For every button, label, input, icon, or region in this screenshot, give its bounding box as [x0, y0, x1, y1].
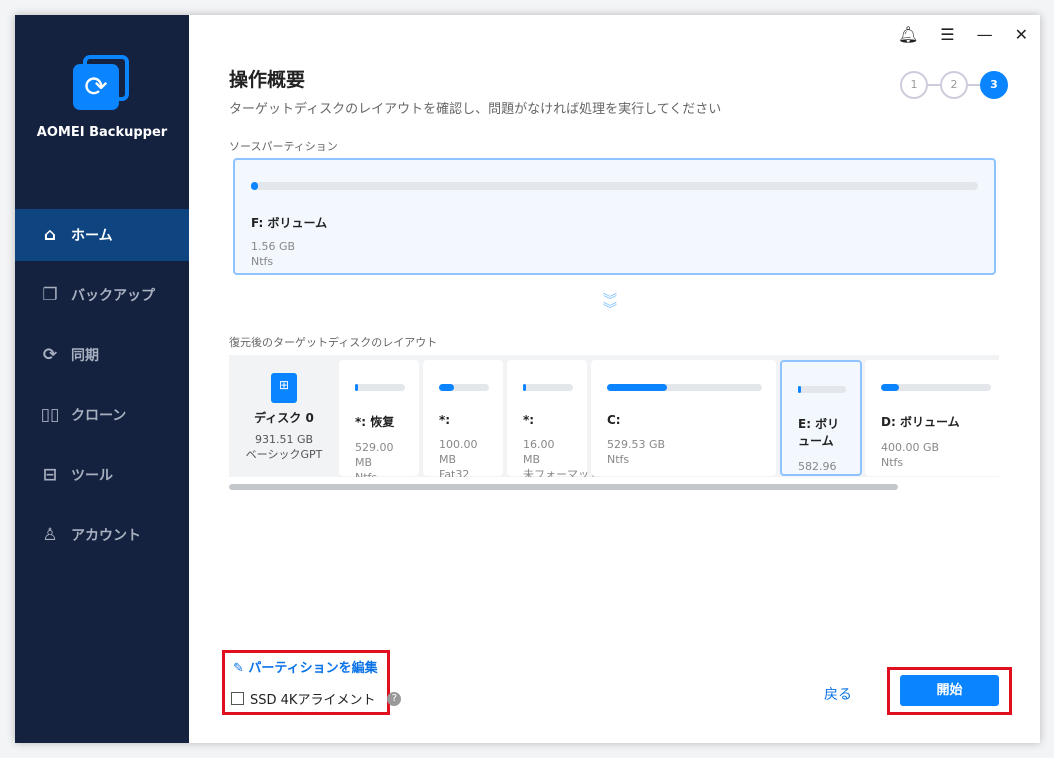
- ssd-align-checkbox[interactable]: SSD 4Kアライメント?: [231, 689, 402, 708]
- partition-fs: Fat32: [439, 468, 470, 477]
- step-3: 3: [980, 71, 1008, 99]
- sidebar-item-label: アカウント: [71, 528, 141, 544]
- pencil-icon: ✎: [233, 661, 249, 676]
- toolbox-icon: ⊟: [42, 465, 58, 485]
- sidebar-item-3[interactable]: ▯▯ クローン: [15, 389, 189, 441]
- app-window: ⟳ AOMEI Backupper ⌂ ホーム ❐ バックアップ ⟳ 同期 ▯▯ クローン ⊟ ツ…: [15, 15, 1040, 743]
- usage-bar: [523, 384, 573, 391]
- partition-size: 400.00 GB: [881, 441, 940, 454]
- sidebar-item-label: クローン: [71, 408, 127, 424]
- partition-name: *: 恢复: [355, 415, 395, 429]
- horizontal-scrollbar[interactable]: [229, 484, 898, 490]
- partition-name: C:: [607, 413, 621, 427]
- step-2: 2: [940, 71, 968, 99]
- disk-type: ベーシックGPT: [245, 448, 323, 461]
- sidebar-item-0[interactable]: ⌂ ホーム: [15, 209, 189, 261]
- usage-bar: [607, 384, 762, 391]
- sidebar-item-label: 同期: [71, 348, 99, 364]
- partition-card[interactable]: D: ボリューム 400.00 GB Ntfs: [865, 360, 999, 476]
- sidebar-item-2[interactable]: ⟳ 同期: [15, 329, 189, 381]
- usage-bar: [439, 384, 489, 391]
- sidebar-item-5[interactable]: ♙ アカウント: [15, 509, 189, 561]
- disk-size: 931.51 GB: [254, 433, 314, 446]
- partition-card[interactable]: E: ボリューム 582.96 MB Ntfs: [780, 360, 862, 477]
- partition-card[interactable]: *: 16.00 MB 未フォーマット: [507, 360, 600, 477]
- minimize-icon[interactable]: —: [977, 25, 993, 44]
- partition-fs: Ntfs: [251, 255, 274, 268]
- partition-name: *:: [439, 413, 451, 427]
- partition-size: 16.00 MB: [523, 438, 555, 466]
- partition-card[interactable]: C: 529.53 GB Ntfs: [591, 360, 776, 476]
- partition-name: D: ボリューム: [881, 415, 960, 429]
- checkbox[interactable]: [231, 692, 244, 705]
- disk-icon: ⊞: [271, 373, 297, 403]
- edit-partition-label: パーティションを編集: [248, 661, 378, 676]
- page-subtitle: ターゲットディスクのレイアウトを確認し、問題がなければ処理を実行してください: [229, 102, 722, 117]
- sidebar-item-label: ホーム: [71, 228, 113, 244]
- sidebar-item-4[interactable]: ⊟ ツール: [15, 449, 189, 501]
- partition-fs: Ntfs: [881, 456, 904, 469]
- partition-card[interactable]: *: 恢复 529.00 MB Ntfs: [339, 360, 419, 477]
- partition-name: F: ボリューム: [251, 216, 328, 230]
- app-logo: ⟳: [73, 55, 131, 113]
- partition-name: *:: [523, 413, 535, 427]
- partition-card[interactable]: *: 100.00 MB Fat32: [423, 360, 503, 477]
- source-label: ソースパーティション: [229, 140, 338, 153]
- usage-bar: [881, 384, 991, 391]
- close-icon[interactable]: ✕: [1015, 25, 1028, 44]
- bell-icon[interactable]: 🔔︎: [898, 25, 918, 44]
- partition-name: E: ボリューム: [798, 417, 840, 448]
- partition-size: 529.53 GB: [607, 438, 666, 451]
- usage-bar: [798, 386, 846, 393]
- partition-size: 529.00 MB: [355, 441, 394, 469]
- partition-size: 1.56 GB: [251, 240, 296, 253]
- user-icon: ♙: [42, 525, 58, 545]
- partition-fs: 未フォーマット: [523, 468, 600, 477]
- page-title: 操作概要: [229, 69, 306, 91]
- sidebar-item-1[interactable]: ❐ バックアップ: [15, 269, 189, 321]
- app-name: AOMEI Backupper: [36, 125, 168, 140]
- backup-icon: ❐: [42, 285, 58, 305]
- source-partition-card[interactable]: F: ボリューム 1.56 GB Ntfs: [233, 158, 996, 275]
- disk-name: ディスク 0: [254, 411, 314, 425]
- partition-size: 582.96 MB: [798, 460, 837, 477]
- menu-icon[interactable]: ☰: [940, 25, 954, 44]
- sidebar: ⟳ AOMEI Backupper ⌂ ホーム ❐ バックアップ ⟳ 同期 ▯▯ クローン ⊟ ツ…: [15, 15, 189, 743]
- target-disk-layout: ⊞ ディスク 0 931.51 GB ベーシックGPT *: 恢复 529.00…: [229, 355, 999, 477]
- disk-info: ⊞ ディスク 0 931.51 GB ベーシックGPT: [229, 355, 339, 477]
- home-icon: ⌂: [43, 225, 57, 245]
- start-button[interactable]: 開始: [900, 675, 999, 706]
- partition-fs: Ntfs: [355, 470, 405, 477]
- step-1: 1: [900, 71, 928, 99]
- usage-bar: [355, 384, 405, 391]
- partition-fs: Ntfs: [607, 453, 630, 466]
- ssd-align-label: SSD 4Kアライメント: [250, 693, 376, 708]
- target-label: 復元後のターゲットディスクのレイアウト: [229, 336, 438, 349]
- chevron-down-icon: ︾ ︾: [603, 293, 617, 318]
- sync-icon: ⟳: [42, 345, 58, 365]
- edit-partition-link[interactable]: ✎ パーティションを編集: [233, 657, 378, 676]
- partition-size: 100.00 MB: [439, 438, 478, 466]
- clone-icon: ▯▯: [40, 405, 60, 425]
- sidebar-item-label: バックアップ: [71, 288, 155, 304]
- step-indicator: 1 2 3: [900, 71, 1008, 99]
- back-button[interactable]: 戻る: [824, 684, 852, 704]
- sidebar-item-label: ツール: [71, 468, 113, 484]
- help-icon[interactable]: ?: [387, 691, 402, 706]
- usage-bar: [251, 182, 978, 190]
